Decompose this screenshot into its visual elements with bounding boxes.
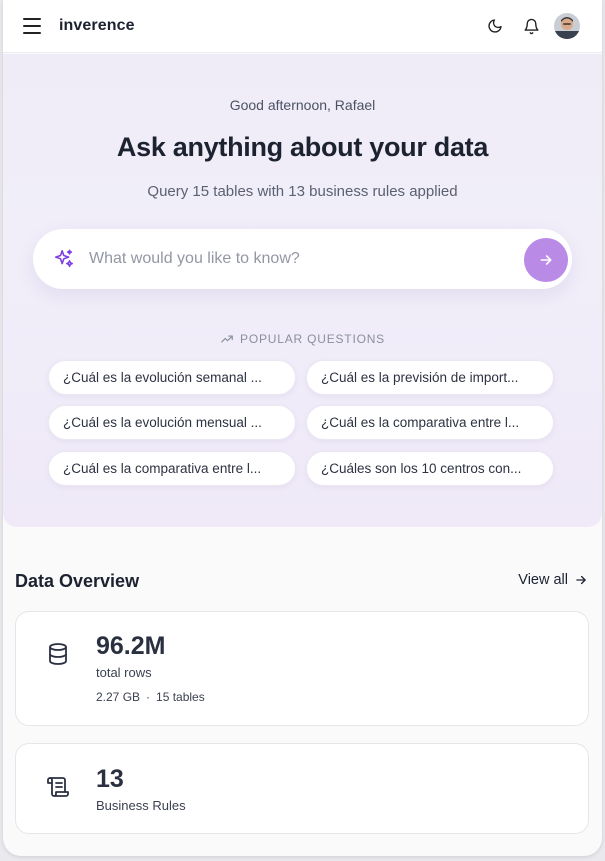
stat-card-rules[interactable]: 13 Business Rules	[15, 743, 589, 834]
stat-value: 13	[96, 765, 124, 793]
page-subtitle: Query 15 tables with 13 business rules a…	[147, 183, 458, 200]
popular-label-text: POPULAR QUESTIONS	[240, 332, 385, 346]
brand-name: inverence	[59, 17, 135, 34]
view-all-link[interactable]: View all	[518, 572, 588, 588]
database-icon	[46, 642, 70, 666]
menu-icon[interactable]	[23, 18, 41, 34]
question-chip[interactable]: ¿Cuál es la comparativa entre l...	[48, 451, 296, 486]
table-count: 15 tables	[156, 690, 205, 704]
search-input[interactable]	[89, 243, 509, 275]
question-chip[interactable]: ¿Cuál es la previsión de import...	[306, 360, 554, 395]
submit-button[interactable]	[524, 238, 568, 282]
question-chip[interactable]: ¿Cuál es la evolución semanal ...	[48, 360, 296, 395]
arrow-right-icon	[576, 575, 586, 585]
bell-icon[interactable]	[517, 12, 545, 40]
view-all-label: View all	[518, 572, 568, 588]
stat-meta: 2.27 GB · 15 tables	[96, 690, 205, 704]
hero-section: Good afternoon, Rafael Ask anything abou…	[3, 54, 602, 527]
question-chip[interactable]: ¿Cuáles son los 10 centros con...	[306, 451, 554, 486]
popular-questions-label: POPULAR QUESTIONS	[3, 332, 602, 346]
stat-label: Business Rules	[96, 798, 186, 813]
section-title: Data Overview	[15, 571, 140, 591]
page-title: Ask anything about your data	[116, 132, 489, 162]
avatar[interactable]	[554, 13, 580, 39]
separator-dot: ·	[146, 690, 151, 704]
app-frame: inverence Good afternoon, Rafael Ask any…	[3, 0, 602, 856]
trending-up-icon	[221, 335, 233, 343]
moon-icon[interactable]	[481, 12, 509, 40]
stat-card-rows[interactable]: 96.2M total rows 2.27 GB · 15 tables	[15, 611, 589, 726]
stat-label: total rows	[96, 665, 152, 680]
storage-size: 2.27 GB	[96, 690, 141, 704]
arrow-right-icon	[540, 255, 552, 265]
stat-value: 96.2M	[96, 632, 166, 660]
top-bar: inverence	[3, 0, 602, 53]
top-icons	[481, 12, 580, 40]
greeting: Good afternoon, Rafael	[229, 97, 376, 113]
question-chip[interactable]: ¿Cuál es la comparativa entre l...	[306, 405, 554, 440]
search-bar	[33, 229, 572, 289]
sparkles-icon	[53, 248, 75, 270]
scroll-icon	[46, 775, 70, 799]
question-chip[interactable]: ¿Cuál es la evolución mensual ...	[48, 405, 296, 440]
